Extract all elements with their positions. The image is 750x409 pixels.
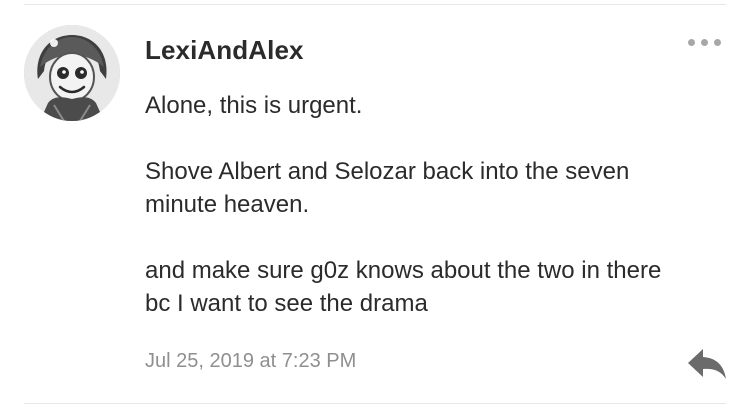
more-options-button[interactable] (680, 30, 728, 54)
message-line: minute heaven. (145, 191, 310, 218)
message-body: Alone, this is urgent. Shove Albert and … (145, 89, 720, 320)
reply-arrow-icon (688, 349, 726, 379)
username[interactable]: LexiAndAlex (145, 35, 304, 66)
bottom-divider (24, 403, 726, 404)
top-divider (24, 4, 726, 5)
timestamp: Jul 25, 2019 at 7:23 PM (145, 350, 357, 372)
avatar-image (24, 25, 120, 121)
message-line: bc I want to see the drama (145, 290, 428, 317)
more-options-icon-dot (713, 38, 721, 46)
reply-button[interactable] (686, 346, 728, 380)
message-line: Shove Albert and Selozar back into the s… (145, 158, 630, 185)
message-line: and make sure g0z knows about the two in… (145, 257, 662, 284)
avatar[interactable] (24, 25, 120, 121)
more-options-icon-dot (687, 38, 695, 46)
more-options-icon-dot (700, 38, 708, 46)
message-line: Alone, this is urgent. (145, 92, 363, 119)
